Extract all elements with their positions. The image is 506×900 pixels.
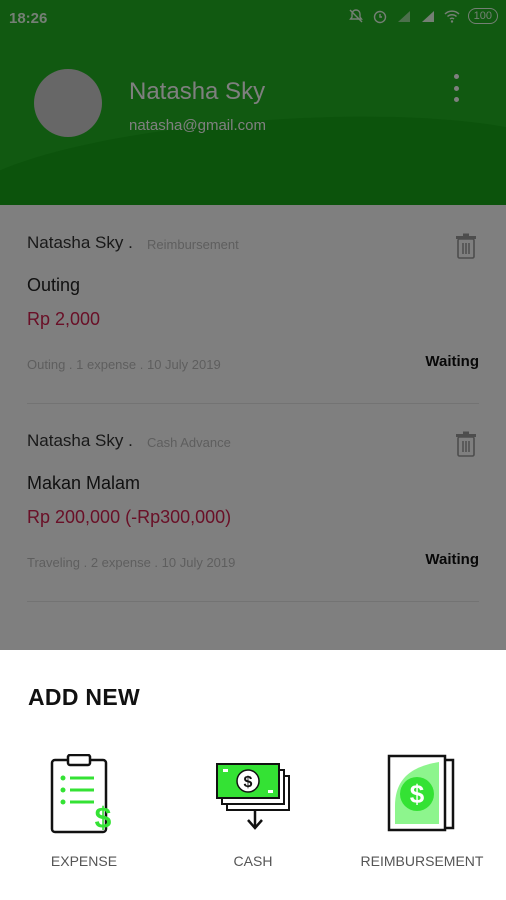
clipboard-dollar-icon: $ [50, 754, 112, 835]
modal-scrim[interactable] [0, 0, 506, 650]
add-cash-button[interactable]: $ CASH [183, 754, 323, 869]
svg-text:$: $ [410, 779, 425, 809]
add-reimbursement-button[interactable]: $ REIMBURSEMENT [352, 754, 492, 869]
cash-stack-icon: $ [216, 763, 290, 830]
cash-label: CASH [233, 853, 273, 869]
add-expense-button[interactable]: $ EXPENSE [14, 754, 154, 869]
sheet-title: ADD NEW [28, 684, 140, 710]
svg-text:$: $ [244, 774, 253, 791]
add-new-sheet: ADD NEW $ EXPENSE $ CASH $ REIMBURSEMENT [0, 650, 506, 900]
app-screen: 18:26 100 Natasha Sky natasha@gmail.com … [0, 0, 506, 900]
expense-label: EXPENSE [50, 853, 118, 869]
svg-text:$: $ [95, 802, 112, 835]
reimbursement-label: REIMBURSEMENT [360, 853, 484, 869]
document-dollar-icon: $ [387, 754, 455, 832]
